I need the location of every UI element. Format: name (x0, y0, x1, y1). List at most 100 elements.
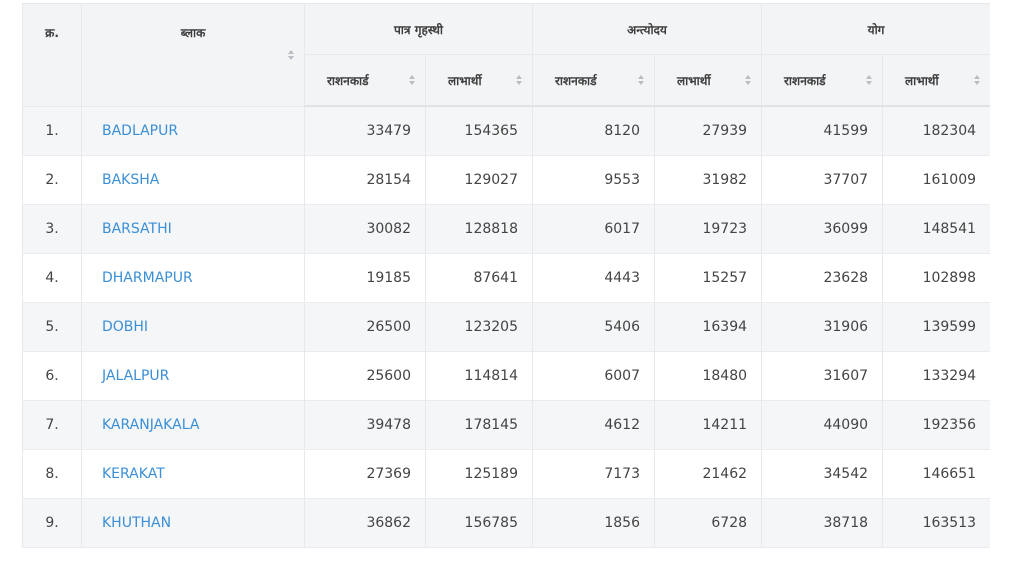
eligible-beneficiaries-cell: 123205 (425, 302, 533, 352)
table-header: क्र. ब्लाक पात्र गृहस्थी अन्त्योदय योग र… (22, 3, 990, 107)
block-link[interactable]: KHUTHAN (102, 515, 171, 531)
table-row: 5. DOBHI 26500 123205 5406 16394 31906 1… (22, 302, 990, 352)
col-header-label: लाभार्थी (448, 73, 482, 88)
table-row: 6. JALALPUR 25600 114814 6007 18480 3160… (22, 351, 990, 401)
block-cell: JALALPUR (81, 351, 305, 401)
eligible-beneficiaries-cell: 128818 (425, 204, 533, 254)
col-header-label: लाभार्थी (677, 73, 711, 88)
serial-cell: 7. (22, 400, 82, 450)
eligible-beneficiaries-cell: 156785 (425, 498, 533, 548)
sort-icon[interactable] (288, 49, 294, 60)
table-row: 7. KARANJAKALA 39478 178145 4612 14211 4… (22, 400, 990, 450)
block-link[interactable]: JALALPUR (102, 368, 169, 384)
group-header-total: योग (761, 3, 990, 55)
table-row: 2. BAKSHA 28154 129027 9553 31982 37707 … (22, 155, 990, 205)
antyodaya-ration-cards-cell: 9553 (532, 155, 655, 205)
serial-cell: 5. (22, 302, 82, 352)
col-header-eligible-beneficiaries[interactable]: लाभार्थी (425, 54, 533, 107)
block-link[interactable]: BAKSHA (102, 172, 159, 188)
total-beneficiaries-cell: 192356 (882, 400, 990, 450)
serial-header: क्र. (22, 3, 82, 107)
table-row: 9. KHUTHAN 36862 156785 1856 6728 38718 … (22, 498, 990, 548)
total-ration-cards-cell: 38718 (761, 498, 884, 548)
eligible-beneficiaries-cell: 125189 (425, 449, 533, 499)
col-header-total-beneficiaries[interactable]: लाभार्थी (882, 54, 990, 107)
total-beneficiaries-cell: 133294 (882, 351, 990, 401)
block-ration-table: क्र. ब्लाक पात्र गृहस्थी अन्त्योदय योग र… (22, 3, 990, 548)
eligible-ration-cards-cell: 36862 (304, 498, 426, 548)
table-row: 1. BADLAPUR 33479 154365 8120 27939 4159… (22, 106, 990, 156)
col-header-eligible-ration-cards[interactable]: राशनकार्ड (304, 54, 426, 107)
total-ration-cards-cell: 36099 (761, 204, 884, 254)
sort-icon[interactable] (974, 75, 981, 85)
total-beneficiaries-cell: 163513 (882, 498, 990, 548)
antyodaya-ration-cards-cell: 6017 (532, 204, 655, 254)
table-row: 8. KERAKAT 27369 125189 7173 21462 34542… (22, 449, 990, 499)
total-ration-cards-cell: 31906 (761, 302, 884, 352)
eligible-ration-cards-cell: 25600 (304, 351, 426, 401)
col-header-label: राशनकार्ड (784, 73, 826, 88)
col-header-antyodaya-ration-cards[interactable]: राशनकार्ड (532, 54, 655, 107)
block-cell: BAKSHA (81, 155, 305, 205)
table-row: 4. DHARMAPUR 19185 87641 4443 15257 2362… (22, 253, 990, 303)
antyodaya-ration-cards-cell: 6007 (532, 351, 655, 401)
block-cell: DOBHI (81, 302, 305, 352)
col-header-label: राशनकार्ड (327, 73, 369, 88)
block-link[interactable]: BARSATHI (102, 221, 172, 237)
block-link[interactable]: KARANJAKALA (102, 417, 199, 433)
sort-icon[interactable] (409, 75, 415, 85)
serial-cell: 1. (22, 106, 82, 156)
eligible-ration-cards-cell: 19185 (304, 253, 426, 303)
block-cell: DHARMAPUR (81, 253, 305, 303)
sort-icon[interactable] (745, 75, 752, 85)
antyodaya-beneficiaries-cell: 21462 (653, 449, 763, 499)
serial-cell: 6. (22, 351, 82, 401)
eligible-ration-cards-cell: 26500 (304, 302, 426, 352)
eligible-ration-cards-cell: 30082 (304, 204, 426, 254)
eligible-ration-cards-cell: 33479 (304, 106, 426, 156)
eligible-beneficiaries-cell: 129027 (425, 155, 533, 205)
antyodaya-beneficiaries-cell: 15257 (653, 253, 763, 303)
antyodaya-ration-cards-cell: 8120 (532, 106, 655, 156)
total-beneficiaries-cell: 148541 (882, 204, 990, 254)
eligible-beneficiaries-cell: 178145 (425, 400, 533, 450)
antyodaya-ration-cards-cell: 1856 (532, 498, 655, 548)
col-header-antyodaya-beneficiaries[interactable]: लाभार्थी (653, 54, 763, 107)
block-cell: KHUTHAN (81, 498, 305, 548)
eligible-ration-cards-cell: 28154 (304, 155, 426, 205)
block-link[interactable]: DHARMAPUR (102, 270, 193, 286)
block-cell: KERAKAT (81, 449, 305, 499)
block-link[interactable]: KERAKAT (102, 466, 165, 482)
serial-cell: 8. (22, 449, 82, 499)
sort-icon[interactable] (638, 75, 644, 85)
total-ration-cards-cell: 31607 (761, 351, 884, 401)
block-cell: BADLAPUR (81, 106, 305, 156)
antyodaya-beneficiaries-cell: 31982 (653, 155, 763, 205)
data-table-container: क्र. ब्लाक पात्र गृहस्थी अन्त्योदय योग र… (22, 3, 990, 563)
group-header-antyodaya: अन्त्योदय (531, 3, 763, 55)
eligible-beneficiaries-cell: 114814 (425, 351, 533, 401)
eligible-beneficiaries-cell: 87641 (425, 253, 533, 303)
total-ration-cards-cell: 41599 (761, 106, 884, 156)
table-row: 3. BARSATHI 30082 128818 6017 19723 3609… (22, 204, 990, 254)
antyodaya-ration-cards-cell: 4612 (532, 400, 655, 450)
eligible-beneficiaries-cell: 154365 (425, 106, 533, 156)
antyodaya-beneficiaries-cell: 19723 (653, 204, 763, 254)
total-beneficiaries-cell: 146651 (882, 449, 990, 499)
total-beneficiaries-cell: 102898 (882, 253, 990, 303)
block-cell: KARANJAKALA (81, 400, 305, 450)
block-cell: BARSATHI (81, 204, 305, 254)
table-body: 1. BADLAPUR 33479 154365 8120 27939 4159… (22, 106, 990, 548)
total-ration-cards-cell: 37707 (761, 155, 884, 205)
antyodaya-beneficiaries-cell: 16394 (653, 302, 763, 352)
sort-icon[interactable] (516, 75, 522, 85)
col-header-total-ration-cards[interactable]: राशनकार्ड (761, 54, 884, 107)
antyodaya-ration-cards-cell: 4443 (532, 253, 655, 303)
sort-icon[interactable] (866, 75, 873, 85)
antyodaya-beneficiaries-cell: 27939 (653, 106, 763, 156)
block-link[interactable]: BADLAPUR (102, 123, 178, 139)
block-link[interactable]: DOBHI (102, 319, 148, 335)
block-header[interactable]: ब्लाक (81, 3, 305, 107)
serial-cell: 3. (22, 204, 82, 254)
eligible-ration-cards-cell: 27369 (304, 449, 426, 499)
